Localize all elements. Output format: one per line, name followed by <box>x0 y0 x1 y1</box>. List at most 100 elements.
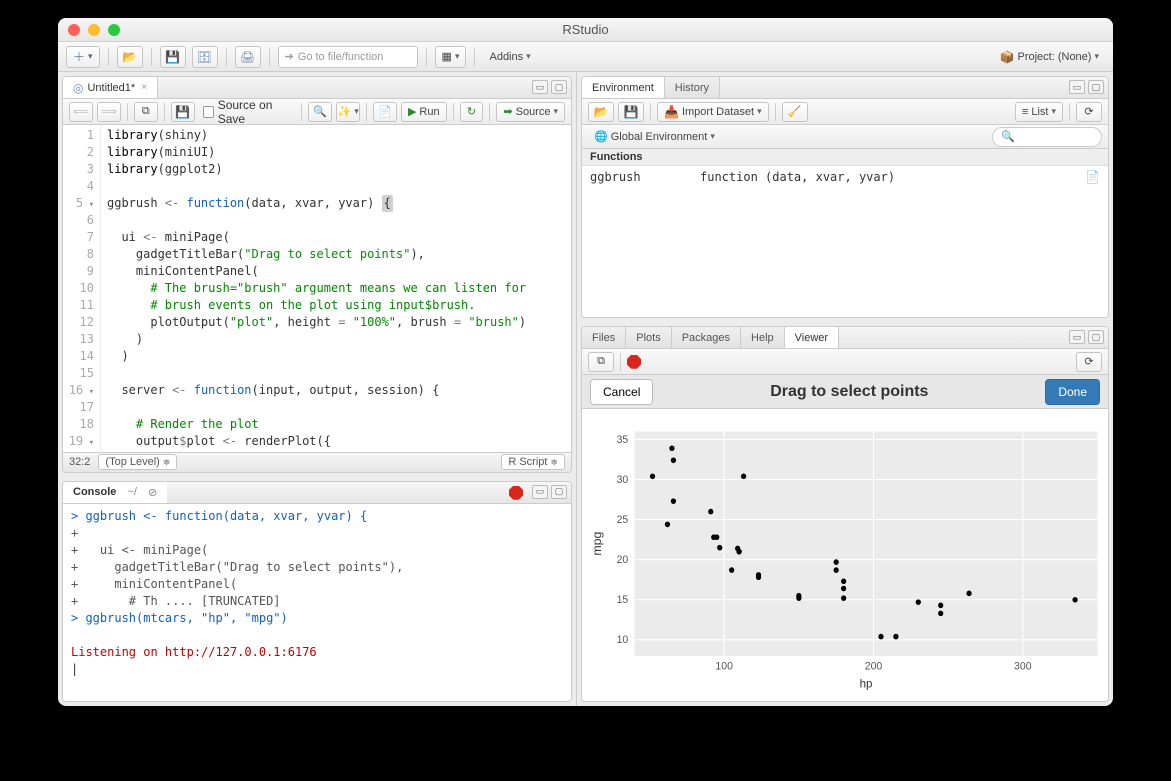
plus-icon: ＋ <box>73 48 85 65</box>
maximize-pane-button[interactable]: ▢ <box>551 80 567 94</box>
minimize-pane-button[interactable]: ▭ <box>532 485 548 499</box>
separator <box>269 48 270 66</box>
popout-icon: ⧉ <box>597 355 605 368</box>
code-tools-button[interactable]: ✨▾ <box>336 102 360 122</box>
minimize-pane-button[interactable]: ▭ <box>532 80 548 94</box>
env-toolbar: 📂 💾 📥Import Dataset▾ 🧹 ≡ List▾ ⟳ <box>582 99 1108 125</box>
addins-menu[interactable]: Addins ▾ <box>483 46 536 68</box>
print-button[interactable]: 🖨 <box>235 46 261 68</box>
cancel-button[interactable]: Cancel <box>590 379 653 405</box>
env-scope-selector[interactable]: 🌐 Global Environment▾ <box>588 127 721 147</box>
import-dataset-button[interactable]: 📥Import Dataset▾ <box>657 102 769 122</box>
folder-open-icon: 📂 <box>594 105 609 119</box>
minimize-pane-button[interactable]: ▭ <box>1069 80 1085 94</box>
svg-text:15: 15 <box>617 594 629 606</box>
window-title: RStudio <box>58 22 1113 37</box>
console-tab[interactable]: Console ~/ ⊘ <box>63 482 167 503</box>
find-replace-button[interactable]: 🔍 <box>308 102 332 122</box>
svg-text:20: 20 <box>617 554 629 566</box>
source-editor[interactable]: 12345 ▾678910111213141516 ▾171819 ▾ libr… <box>63 125 571 452</box>
rstudio-window: RStudio ＋▾ 📂 💾 🗄 🖨 ➔Go to file/function … <box>58 18 1113 706</box>
scope-selector[interactable]: (Top Level)≑ <box>98 454 177 470</box>
tab-packages[interactable]: Packages <box>672 327 741 348</box>
tab-environment[interactable]: Environment <box>582 77 665 98</box>
save-source-button[interactable]: 💾 <box>171 102 195 122</box>
line-gutter: 12345 ▾678910111213141516 ▾171819 ▾ <box>63 125 101 452</box>
cursor-position: 32:2 <box>69 456 90 468</box>
view-mode-button[interactable]: ≡ List▾ <box>1015 102 1063 122</box>
clear-console-icon[interactable]: ⊘ <box>148 486 157 499</box>
goto-file-function-input[interactable]: ➔Go to file/function <box>278 46 418 68</box>
main-toolbar: ＋▾ 📂 💾 🗄 🖨 ➔Go to file/function ▦▾ Addin… <box>58 42 1113 72</box>
console-pane: Console ~/ ⊘ ▭ ▢ > ggbrush <- function(d… <box>62 481 572 702</box>
maximize-pane-button[interactable]: ▢ <box>551 485 567 499</box>
environment-pane: Environment History ▭ ▢ 📂 💾 📥Import Data… <box>581 76 1109 318</box>
re-run-button[interactable]: ↻ <box>460 102 484 122</box>
maximize-pane-button[interactable]: ▢ <box>1088 330 1104 344</box>
forward-button[interactable]: ⟹ <box>97 102 121 122</box>
code-area[interactable]: library(shiny)library(miniUI)library(ggp… <box>101 125 571 452</box>
save-button[interactable]: 💾 <box>160 46 186 68</box>
save-icon: 💾 <box>165 50 180 64</box>
globe-icon: 🌐 <box>594 130 608 143</box>
project-menu[interactable]: 📦 Project: (None) ▾ <box>994 46 1105 68</box>
new-file-button[interactable]: ＋▾ <box>66 46 100 68</box>
folder-open-icon: 📂 <box>122 50 137 64</box>
viewer-refresh-button[interactable]: ⟳ <box>1076 352 1102 372</box>
print-icon: 🖨 <box>240 50 255 64</box>
viewer-toolbar: ⧉ ⟳ <box>582 349 1108 375</box>
save-workspace-button[interactable]: 💾 <box>618 102 644 122</box>
minimize-pane-button[interactable]: ▭ <box>1069 330 1085 344</box>
refresh-env-button[interactable]: ⟳ <box>1076 102 1102 122</box>
save-all-button[interactable]: 🗄 <box>192 46 218 68</box>
svg-text:35: 35 <box>617 434 629 446</box>
console-output[interactable]: > ggbrush <- function(data, xvar, yvar) … <box>63 504 571 701</box>
svg-text:mpg: mpg <box>590 532 604 556</box>
env-listing: Functions ggbrushfunction (data, xvar, y… <box>582 149 1108 317</box>
arrow-right-icon: ➔ <box>285 50 294 63</box>
source-statusbar: 32:2 (Top Level)≑ R Script≑ <box>63 452 571 472</box>
viewer-stop-button[interactable] <box>627 355 641 369</box>
list-icon: ≡ <box>1022 106 1028 118</box>
tab-viewer[interactable]: Viewer <box>785 327 839 348</box>
tab-files[interactable]: Files <box>582 327 626 348</box>
source-on-save-toggle[interactable]: Source on Save <box>203 98 296 126</box>
rerun-icon: ↻ <box>467 105 476 118</box>
viewer-popout-button[interactable]: ⧉ <box>588 352 614 372</box>
tab-plots[interactable]: Plots <box>626 327 671 348</box>
stop-button[interactable] <box>509 486 523 500</box>
bottom-right-tabbar: FilesPlotsPackagesHelpViewer ▭ ▢ <box>582 327 1108 349</box>
clear-workspace-button[interactable]: 🧹 <box>782 102 808 122</box>
open-file-button[interactable]: 📂 <box>117 46 143 68</box>
import-icon: 📥 <box>664 105 679 119</box>
view-function-icon[interactable]: 📄 <box>1085 170 1100 184</box>
load-workspace-button[interactable]: 📂 <box>588 102 614 122</box>
env-item[interactable]: ggbrushfunction (data, xvar, yvar)📄 <box>582 166 1108 188</box>
maximize-pane-button[interactable]: ▢ <box>1088 80 1104 94</box>
source-button[interactable]: ➡Source ▾ <box>496 102 565 122</box>
source-toolbar: ⟸ ⟹ ⧉ 💾 Source on Save 🔍 ✨▾ 📄 ▶Run <box>63 99 571 125</box>
svg-text:25: 25 <box>617 514 629 526</box>
show-in-new-window-button[interactable]: ⧉ <box>134 102 158 122</box>
separator <box>426 48 427 66</box>
filetype-selector[interactable]: R Script≑ <box>501 454 565 470</box>
tab-history[interactable]: History <box>665 77 720 98</box>
source-tab-untitled1[interactable]: ◎ Untitled1* × <box>63 77 158 98</box>
rscript-icon: ◎ <box>73 81 83 95</box>
close-tab-icon[interactable]: × <box>141 82 147 93</box>
done-button[interactable]: Done <box>1045 379 1100 405</box>
env-search-input[interactable]: 🔍 <box>992 127 1102 147</box>
project-icon: 📦 <box>1000 50 1015 64</box>
svg-text:10: 10 <box>617 634 629 646</box>
svg-text:100: 100 <box>715 660 733 672</box>
refresh-icon: ⟳ <box>1084 355 1093 368</box>
run-button[interactable]: ▶Run <box>401 102 447 122</box>
run-icon: ▶ <box>408 105 416 118</box>
workspace-panes-button[interactable]: ▦▾ <box>435 46 467 68</box>
compile-report-button[interactable]: 📄 <box>373 102 397 122</box>
tab-help[interactable]: Help <box>741 327 785 348</box>
env-section-functions: Functions <box>582 149 1108 166</box>
back-button[interactable]: ⟸ <box>69 102 93 122</box>
plot-output[interactable]: 100200300101520253035hpmpg <box>582 409 1108 701</box>
separator <box>108 48 109 66</box>
